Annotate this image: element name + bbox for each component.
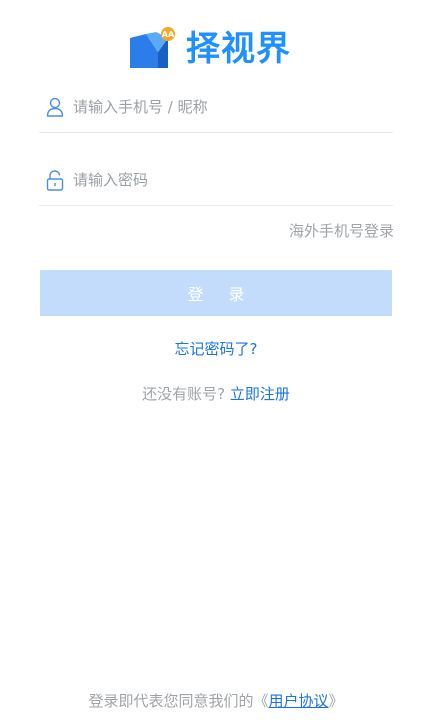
user-agreement-link[interactable]: 用户协议 — [268, 692, 328, 710]
overseas-login-link[interactable]: 海外手机号登录 — [289, 220, 394, 241]
brand-logo: AA 择视界 — [128, 26, 291, 72]
logo-badge-text: AA — [162, 30, 175, 39]
login-button[interactable]: 登 录 — [40, 270, 392, 316]
lock-icon — [45, 169, 65, 191]
user-icon — [45, 96, 65, 118]
brand-name: 择视界 — [186, 29, 291, 69]
agreement-suffix: 》 — [328, 692, 344, 710]
logo-icon: AA — [128, 26, 176, 72]
no-account-text: 还没有账号? — [142, 385, 226, 403]
phone-field[interactable] — [39, 82, 393, 133]
phone-input[interactable] — [73, 92, 393, 122]
agreement-prefix: 登录即代表您同意我们的《 — [88, 692, 269, 710]
register-row: 还没有账号? 立即注册 — [0, 383, 432, 404]
login-page: AA 择视界 海外手机号登录 登 录 忘记密码了? 还没有账号? 立即注册 — [0, 0, 432, 720]
agreement-text: 登录即代表您同意我们的《用户协议》 — [0, 690, 432, 711]
password-input[interactable] — [73, 165, 393, 195]
register-link[interactable]: 立即注册 — [230, 385, 290, 403]
forgot-password-link[interactable]: 忘记密码了? — [0, 338, 432, 359]
password-field[interactable] — [39, 155, 393, 206]
